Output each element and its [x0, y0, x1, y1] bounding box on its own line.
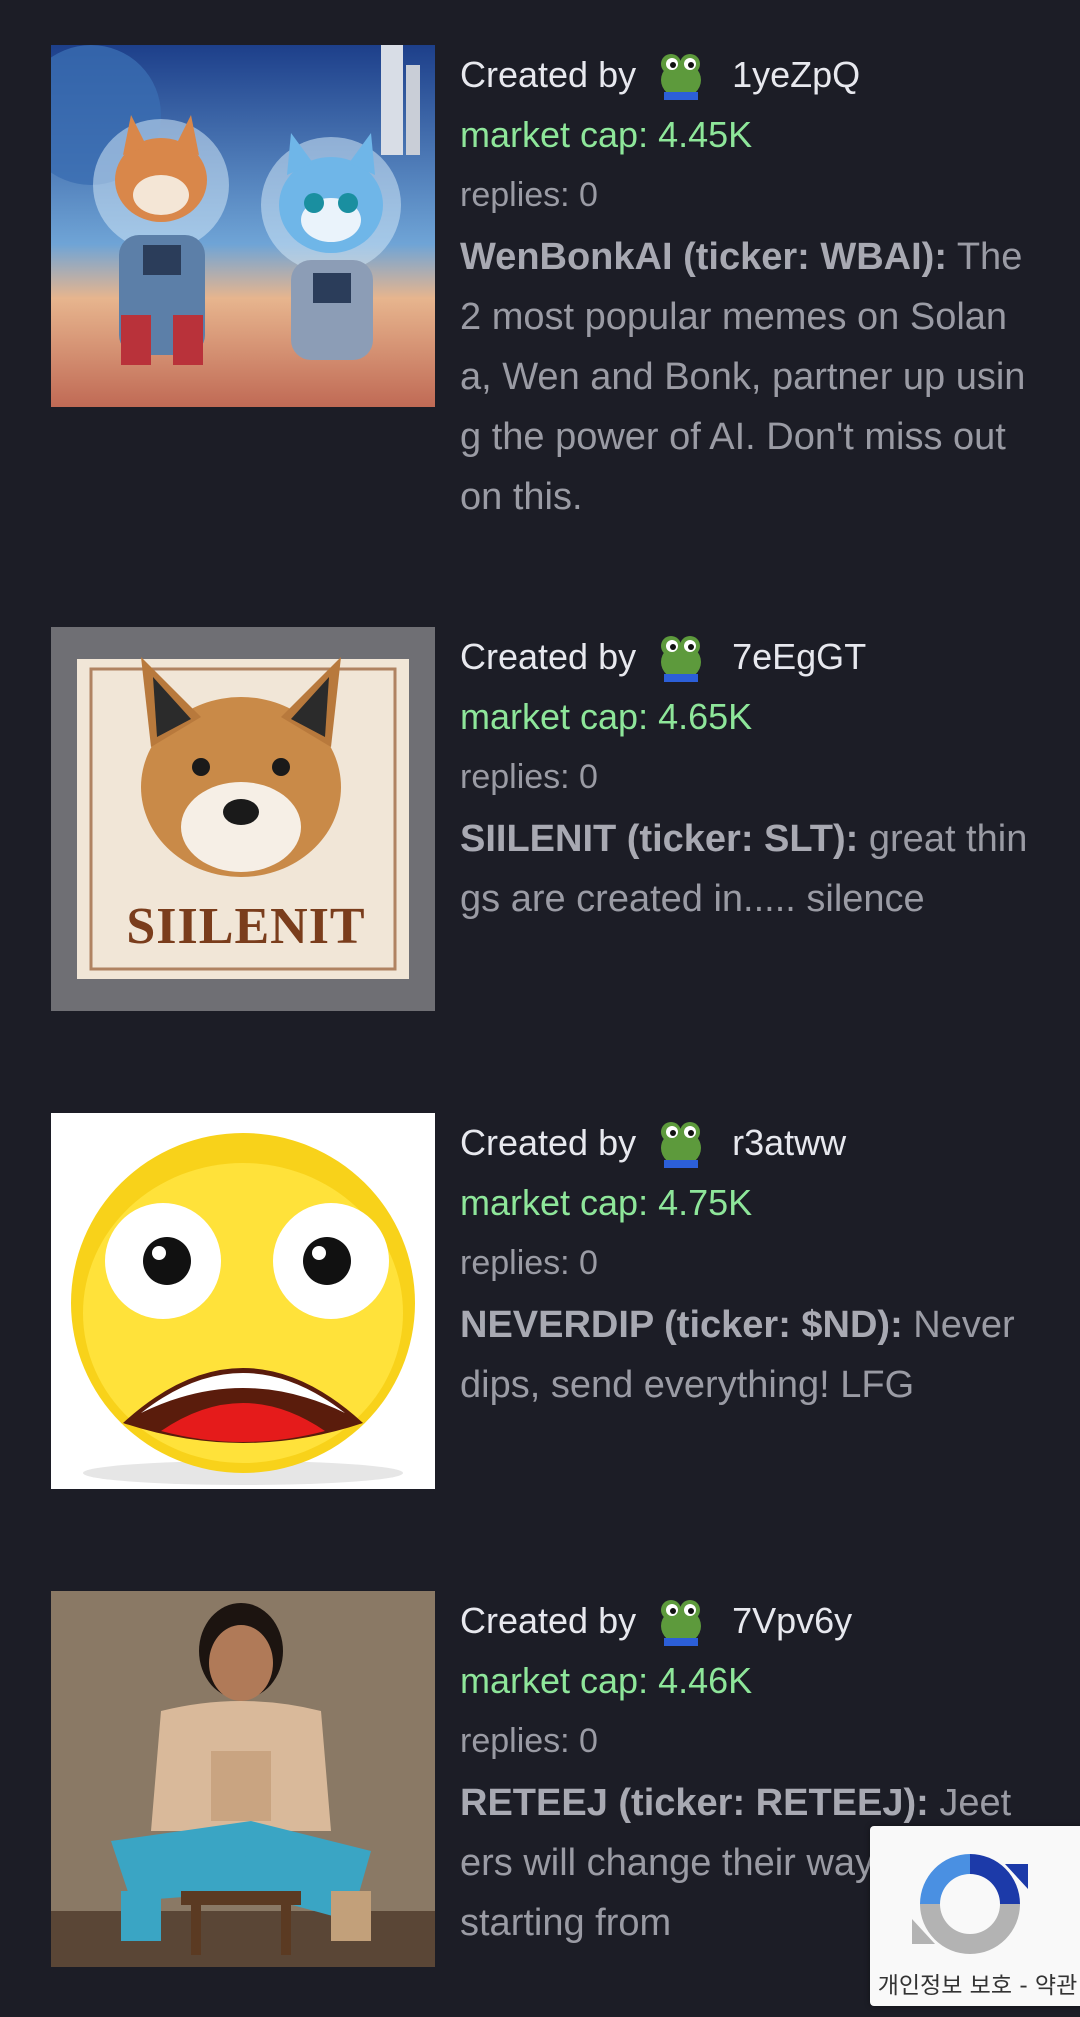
token-name: WenBonkAI (ticker: WBAI):	[460, 236, 947, 278]
market-cap: market cap: 4.46K	[460, 1660, 753, 1701]
creator-link[interactable]: 7eEgGT	[732, 627, 866, 687]
image-caption: SIILENIT	[126, 898, 366, 955]
token-description: NEVERDIP (ticker: $ND): Never dips, send…	[460, 1295, 1030, 1415]
token-info: Created by r3atww market cap: 4.75K repl…	[460, 1113, 1030, 1489]
token-name: RETEEJ (ticker: RETEEJ):	[460, 1782, 929, 1824]
created-by-label: Created by	[460, 636, 637, 677]
recaptcha-terms-link[interactable]: 개인정보 보호 - 약관	[870, 1966, 1080, 2000]
token-image[interactable]	[51, 1591, 435, 1967]
recaptcha-icon	[912, 1854, 1028, 1954]
token-name: SIILENIT (ticker: SLT):	[460, 818, 859, 860]
token-image[interactable]	[51, 1113, 435, 1489]
market-cap: market cap: 4.45K	[460, 114, 753, 155]
replies-count: replies: 0	[460, 176, 598, 214]
replies-count: replies: 0	[460, 1244, 598, 1282]
created-by-label: Created by	[460, 54, 637, 95]
replies-count: replies: 0	[460, 758, 598, 796]
token-card[interactable]: SIILENIT Created by 7eEgGT market cap: 4…	[51, 627, 1041, 1011]
token-image[interactable]	[51, 45, 435, 407]
creator-avatar-icon[interactable]	[658, 50, 704, 100]
creator-avatar-icon[interactable]	[658, 1118, 704, 1168]
token-description-text: The 2 most popular memes on Solana, Wen …	[460, 236, 1026, 518]
created-by-label: Created by	[460, 1600, 637, 1641]
created-by-label: Created by	[460, 1122, 637, 1163]
token-info: Created by 1yeZpQ market cap: 4.45K repl…	[460, 45, 1030, 527]
market-cap: market cap: 4.65K	[460, 696, 753, 737]
token-description: WenBonkAI (ticker: WBAI): The 2 most pop…	[460, 227, 1030, 527]
creator-link[interactable]: 7Vpv6y	[732, 1591, 852, 1651]
token-description: SIILENIT (ticker: SLT): great things are…	[460, 809, 1030, 929]
token-image[interactable]: SIILENIT	[51, 627, 435, 1011]
market-cap: market cap: 4.75K	[460, 1182, 753, 1223]
token-info: Created by 7eEgGT market cap: 4.65K repl…	[460, 627, 1030, 1011]
creator-link[interactable]: r3atww	[732, 1113, 846, 1173]
recaptcha-badge[interactable]: 개인정보 보호 - 약관	[870, 1826, 1080, 2006]
creator-avatar-icon[interactable]	[658, 632, 704, 682]
creator-avatar-icon[interactable]	[658, 1596, 704, 1646]
token-card[interactable]: Created by 1yeZpQ market cap: 4.45K repl…	[51, 45, 1041, 527]
replies-count: replies: 0	[460, 1722, 598, 1760]
token-card[interactable]: Created by r3atww market cap: 4.75K repl…	[51, 1113, 1041, 1489]
creator-link[interactable]: 1yeZpQ	[732, 45, 860, 105]
token-name: NEVERDIP (ticker: $ND):	[460, 1304, 903, 1346]
